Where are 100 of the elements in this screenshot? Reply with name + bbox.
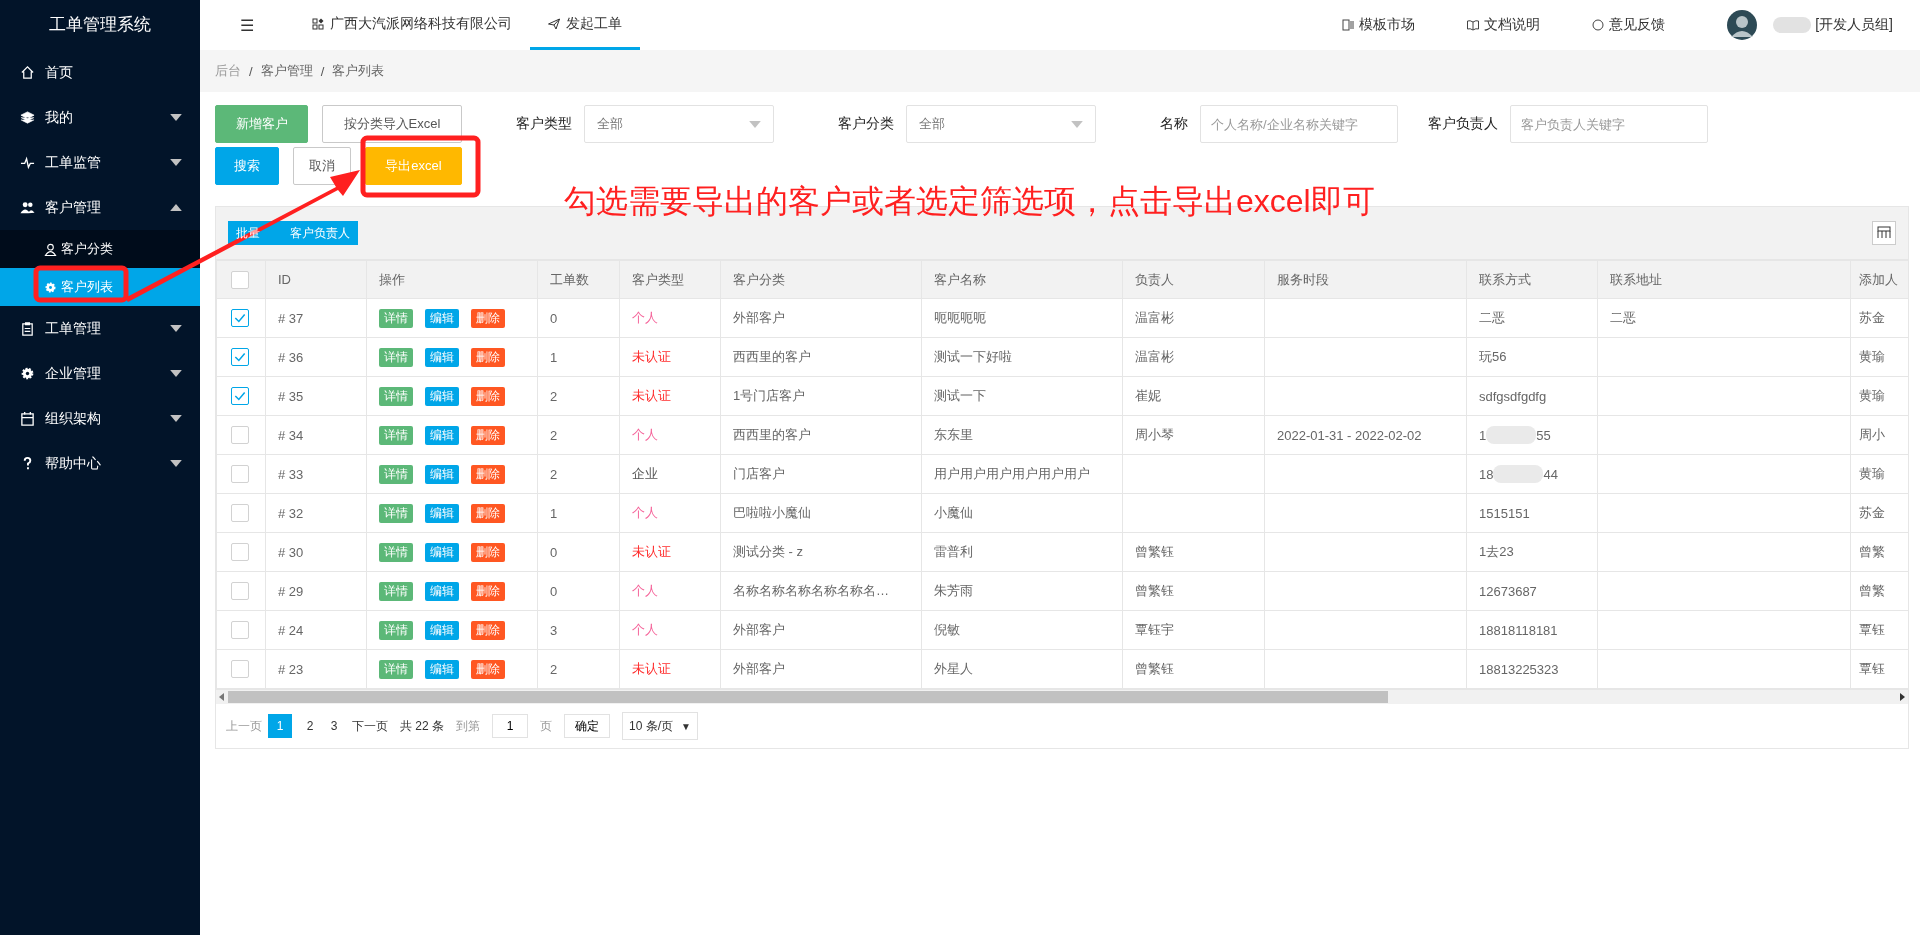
row-action-button[interactable]: 详情 bbox=[379, 659, 413, 679]
sidebar-icon bbox=[44, 280, 57, 294]
row-checkbox[interactable] bbox=[231, 387, 249, 405]
add-customer-button[interactable]: 新增客户 bbox=[215, 105, 308, 143]
breadcrumb-item[interactable]: 客户管理 bbox=[260, 62, 313, 80]
row-action-button[interactable]: 编辑 bbox=[425, 542, 459, 562]
row-action-button[interactable]: 详情 bbox=[379, 386, 413, 406]
top-tab[interactable]: 广西大汽派网络科技有限公司 bbox=[294, 0, 531, 50]
scroll-right-icon[interactable] bbox=[1899, 693, 1905, 701]
sidebar-item[interactable]: 工单监管 bbox=[0, 140, 200, 185]
row-action-button[interactable]: 编辑 bbox=[425, 386, 459, 406]
header-link[interactable]: 文档说明 bbox=[1467, 16, 1541, 34]
sidebar-item[interactable]: 工单管理 bbox=[0, 306, 200, 351]
input-field[interactable]: 客户负责人关键字 bbox=[1510, 105, 1708, 143]
breadcrumb-item[interactable]: 客户列表 bbox=[332, 62, 385, 80]
row-action-button[interactable]: 删除 bbox=[471, 347, 505, 367]
table-cell: 西西里的客户 bbox=[733, 349, 811, 364]
page-size-select[interactable]: 10 条/页 ▼ bbox=[622, 712, 698, 740]
page-number[interactable]: 3 bbox=[322, 714, 346, 738]
page-number[interactable]: 1 bbox=[268, 714, 292, 738]
row-action-button[interactable]: 删除 bbox=[471, 386, 505, 406]
column-header: 客户分类 bbox=[720, 260, 922, 299]
avatar[interactable] bbox=[1727, 10, 1758, 40]
row-action-button[interactable]: 删除 bbox=[471, 542, 505, 562]
row-action-button[interactable]: 编辑 bbox=[425, 503, 459, 523]
table-cell: 周小琴 bbox=[1135, 427, 1174, 442]
row-action-button[interactable]: 详情 bbox=[379, 347, 413, 367]
row-action-button[interactable]: 编辑 bbox=[425, 581, 459, 601]
next-page-link[interactable]: 下一页 bbox=[352, 717, 388, 735]
row-action-button[interactable]: 详情 bbox=[379, 308, 413, 328]
table-cell: 企业 bbox=[632, 466, 658, 481]
table-cell: 测试一下好啦 bbox=[934, 349, 1012, 364]
page-number[interactable]: 2 bbox=[298, 714, 322, 738]
row-action-button[interactable]: 删除 bbox=[471, 308, 505, 328]
row-checkbox[interactable] bbox=[231, 660, 249, 678]
row-action-button[interactable]: 编辑 bbox=[425, 347, 459, 367]
sidebar-item[interactable]: 组织架构 bbox=[0, 396, 200, 441]
row-checkbox[interactable] bbox=[231, 426, 249, 444]
cancel-button[interactable]: 取消 bbox=[293, 147, 351, 185]
row-checkbox[interactable] bbox=[231, 621, 249, 639]
table-cell: 温富彬 bbox=[1135, 310, 1174, 325]
prev-page-link[interactable]: 上一页 bbox=[226, 717, 262, 735]
row-action-button[interactable]: 删除 bbox=[471, 425, 505, 445]
sidebar-item[interactable]: 客户管理 bbox=[0, 185, 200, 230]
table-cell: # 36 bbox=[278, 349, 304, 365]
sidebar-item[interactable]: 我的 bbox=[0, 95, 200, 140]
table-cell: 覃钰宇 bbox=[1135, 622, 1174, 637]
row-checkbox[interactable] bbox=[231, 543, 249, 561]
select-field[interactable]: 全部 bbox=[906, 105, 1096, 143]
table-cell: 18818118181 bbox=[1479, 622, 1558, 638]
row-checkbox[interactable] bbox=[231, 309, 249, 327]
table-cell: 曾繁 bbox=[1859, 544, 1885, 559]
row-action-button[interactable]: 删除 bbox=[471, 503, 505, 523]
input-field[interactable]: 个人名称/企业名称关键字 bbox=[1200, 105, 1398, 143]
row-action-button[interactable]: 详情 bbox=[379, 542, 413, 562]
row-action-button[interactable]: 编辑 bbox=[425, 464, 459, 484]
check-icon bbox=[233, 350, 247, 364]
user-name[interactable]: [开发人员组] bbox=[1815, 16, 1893, 34]
table-cell: 苏金 bbox=[1859, 310, 1885, 325]
header-link[interactable]: 意见反馈 bbox=[1592, 16, 1666, 34]
row-action-button[interactable]: 删除 bbox=[471, 620, 505, 640]
sidebar-subitem[interactable]: 客户分类 bbox=[0, 230, 200, 268]
row-action-button[interactable]: 详情 bbox=[379, 464, 413, 484]
row-action-button[interactable]: 详情 bbox=[379, 620, 413, 640]
horizontal-scrollbar[interactable] bbox=[216, 689, 1908, 704]
row-checkbox[interactable] bbox=[231, 465, 249, 483]
sidebar-item[interactable]: 企业管理 bbox=[0, 351, 200, 396]
table-cell: 2022-01-31 - 2022-02-02 bbox=[1277, 427, 1422, 443]
breadcrumb-item[interactable]: 后台 bbox=[215, 62, 241, 80]
columns-icon[interactable] bbox=[1872, 221, 1896, 245]
confirm-button[interactable]: 确定 bbox=[564, 714, 610, 738]
row-action-button[interactable]: 编辑 bbox=[425, 620, 459, 640]
import-excel-button[interactable]: 按分类导入Excel bbox=[322, 105, 462, 143]
search-button[interactable]: 搜索 bbox=[215, 147, 279, 185]
row-action-button[interactable]: 删除 bbox=[471, 464, 505, 484]
select-field[interactable]: 全部 bbox=[584, 105, 774, 143]
row-action-button[interactable]: 编辑 bbox=[425, 425, 459, 445]
row-action-button[interactable]: 编辑 bbox=[425, 659, 459, 679]
sidebar-item[interactable]: 首页 bbox=[0, 50, 200, 95]
row-action-button[interactable]: 删除 bbox=[471, 659, 505, 679]
select-all-checkbox[interactable] bbox=[231, 270, 249, 289]
sidebar-item[interactable]: 帮助中心 bbox=[0, 441, 200, 486]
row-checkbox[interactable] bbox=[231, 504, 249, 522]
row-action-button[interactable]: 详情 bbox=[379, 425, 413, 445]
scroll-left-icon[interactable] bbox=[219, 693, 225, 701]
row-action-button[interactable]: 详情 bbox=[379, 503, 413, 523]
row-action-button[interactable]: 删除 bbox=[471, 581, 505, 601]
table-cell: 1号门店客户 bbox=[733, 388, 806, 403]
table-cell: 测试分类 - z bbox=[733, 544, 804, 559]
row-checkbox[interactable] bbox=[231, 582, 249, 600]
export-excel-button[interactable]: 导出excel bbox=[365, 147, 462, 185]
menu-icon[interactable]: ☰ bbox=[240, 15, 255, 35]
table-cell: 1 bbox=[550, 349, 558, 365]
row-action-button[interactable]: 详情 bbox=[379, 581, 413, 601]
row-action-button[interactable]: 编辑 bbox=[425, 308, 459, 328]
table-cell: 3 bbox=[550, 622, 558, 638]
row-checkbox[interactable] bbox=[231, 348, 249, 366]
header-link[interactable]: 模板市场 bbox=[1342, 16, 1416, 34]
table-cell: 2 bbox=[550, 661, 558, 677]
page-input[interactable]: 1 bbox=[492, 714, 528, 738]
